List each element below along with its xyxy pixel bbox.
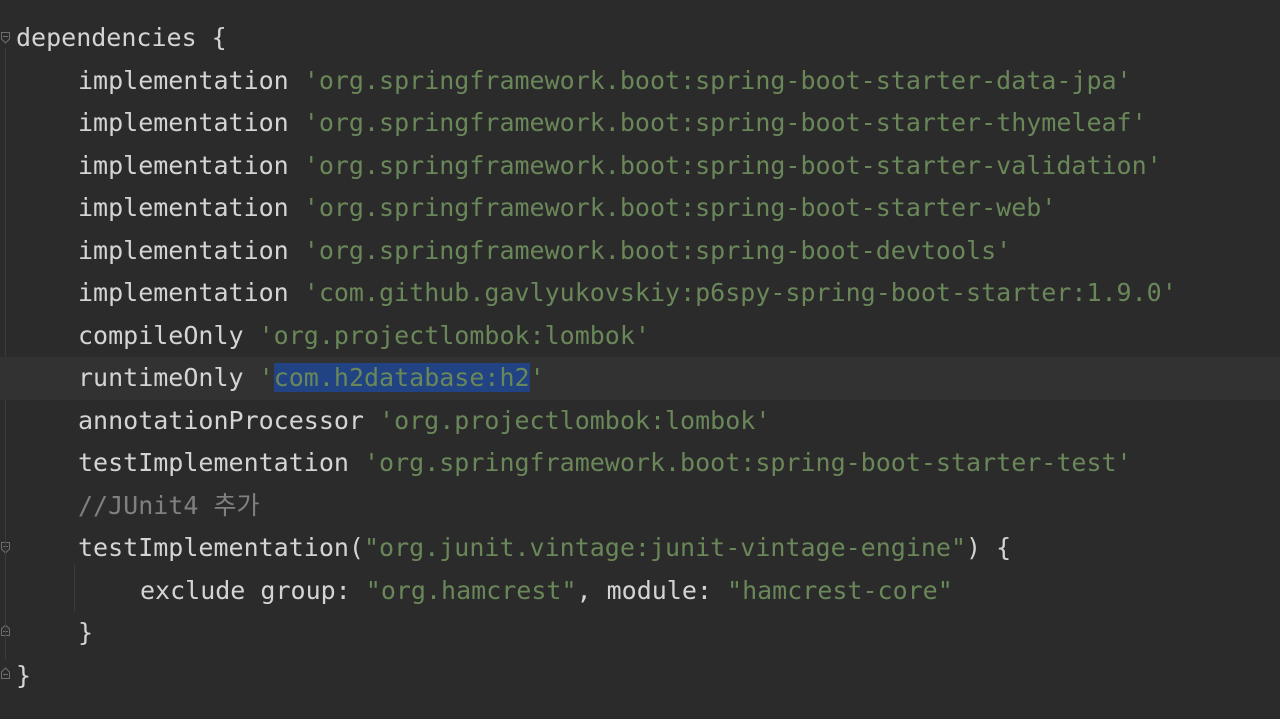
code-line[interactable]: implementation 'org.springframework.boot… bbox=[16, 102, 1280, 145]
code-token: testImplementation bbox=[78, 448, 364, 477]
code-token: annotationProcessor bbox=[78, 405, 380, 435]
code-token: } bbox=[16, 660, 32, 690]
code-token: 'org.springframework.boot:spring-boot-st… bbox=[303, 108, 1147, 137]
code-token: //JUnit4 추가 bbox=[78, 490, 260, 520]
code-token: implementation bbox=[78, 108, 304, 137]
code-line[interactable]: testImplementation 'org.springframework.… bbox=[16, 442, 1280, 485]
code-token: ' bbox=[258, 363, 274, 392]
code-line[interactable]: dependencies { bbox=[16, 17, 1280, 60]
code-token: testImplementation( bbox=[78, 533, 364, 562]
code-line[interactable]: implementation 'com.github.gavlyukovskiy… bbox=[16, 272, 1280, 315]
selected-text: com.h2database:h2 bbox=[273, 363, 530, 392]
code-line[interactable]: implementation 'org.springframework.boot… bbox=[16, 230, 1280, 273]
code-line[interactable]: implementation 'org.springframework.boot… bbox=[16, 60, 1280, 103]
code-token: "org.junit.vintage:junit-vintage-engine" bbox=[363, 533, 967, 562]
code-token: implementation bbox=[78, 235, 304, 265]
code-token: implementation bbox=[78, 150, 304, 180]
code-token: 'com.github.gavlyukovskiy:p6spy-spring-b… bbox=[303, 278, 1177, 307]
code-token: "org.hamcrest" bbox=[365, 575, 577, 605]
code-token: 'org.springframework.boot:spring-boot-de… bbox=[303, 235, 1012, 265]
fold-collapse-icon[interactable] bbox=[1, 32, 10, 44]
code-token: 'org.springframework.boot:spring-boot-st… bbox=[303, 150, 1162, 180]
code-token: , module: bbox=[576, 575, 728, 605]
code-token: implementation bbox=[78, 65, 304, 95]
code-token: runtimeOnly bbox=[78, 363, 259, 392]
code-token: 'org.springframework.boot:spring-boot-st… bbox=[363, 448, 1132, 477]
code-token: 'org.springframework.boot:spring-boot-st… bbox=[303, 65, 1132, 95]
code-token: ' bbox=[529, 363, 545, 392]
code-editor[interactable]: dependencies { implementation 'org.spring… bbox=[0, 0, 1280, 719]
code-line[interactable]: implementation 'org.springframework.boot… bbox=[16, 145, 1280, 188]
code-line[interactable]: //JUnit4 추가 bbox=[16, 485, 1280, 528]
code-line[interactable]: runtimeOnly 'com.h2database:h2' bbox=[0, 357, 1280, 400]
code-line[interactable]: compileOnly 'org.projectlombok:lombok' bbox=[16, 315, 1280, 358]
code-line[interactable]: annotationProcessor 'org.projectlombok:l… bbox=[16, 400, 1280, 443]
code-line[interactable]: testImplementation("org.junit.vintage:ju… bbox=[16, 527, 1280, 570]
code-line[interactable]: } bbox=[16, 655, 1280, 698]
code-token: compileOnly bbox=[78, 320, 259, 350]
indent-guide bbox=[5, 48, 6, 660]
code-token: implementation bbox=[78, 278, 304, 307]
code-token: "hamcrest-core" bbox=[727, 575, 953, 605]
code-token: 'org.projectlombok:lombok' bbox=[258, 320, 650, 350]
code-token: dependencies { bbox=[16, 23, 227, 52]
code-token: implementation bbox=[78, 193, 304, 222]
code-token: exclude group: bbox=[140, 575, 366, 605]
code-token: ) { bbox=[966, 533, 1012, 562]
code-line[interactable]: exclude group: "org.hamcrest", module: "… bbox=[16, 570, 1280, 613]
code-token: 'org.springframework.boot:spring-boot-st… bbox=[303, 193, 1057, 222]
code-token: 'org.projectlombok:lombok' bbox=[379, 405, 771, 435]
fold-end-icon[interactable] bbox=[1, 667, 10, 679]
code-line[interactable]: } bbox=[16, 612, 1280, 655]
code-token: } bbox=[78, 618, 94, 647]
code-line[interactable]: implementation 'org.springframework.boot… bbox=[16, 187, 1280, 230]
